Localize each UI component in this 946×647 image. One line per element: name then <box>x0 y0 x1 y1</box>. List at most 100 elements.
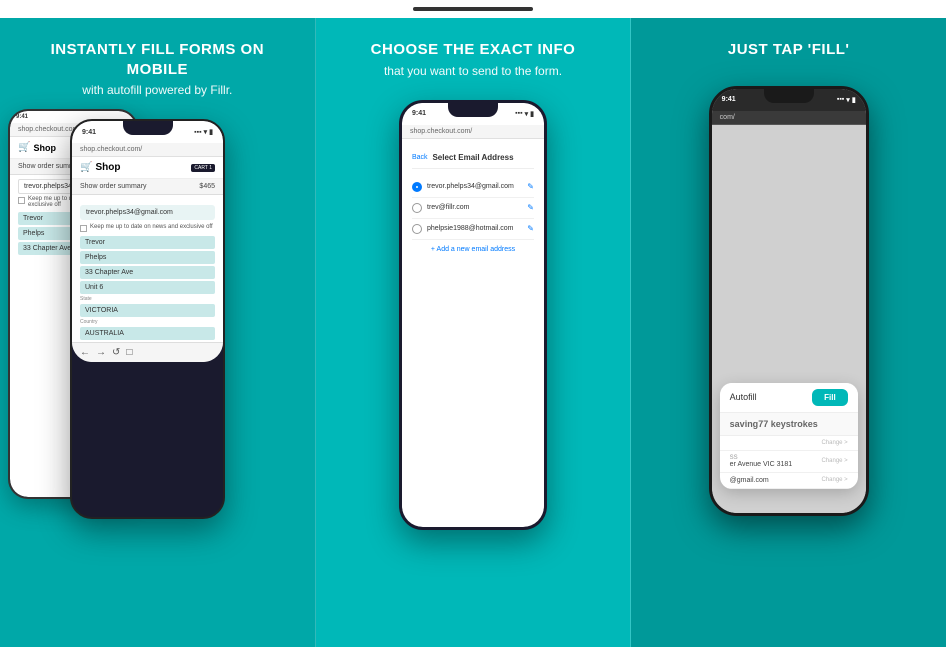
email-option-3[interactable]: phelpsie1988@hotmail.com ✎ <box>412 219 534 240</box>
p2-url-bar: shop.checkout.com/ <box>402 125 544 139</box>
email-back-button[interactable]: Back <box>412 154 428 161</box>
front-cart-icon: 🛒 <box>80 162 92 173</box>
panel-1: INSTANTLY FILL FORMS ON MOBILE with auto… <box>0 18 316 647</box>
front-order-label: Show order summary <box>80 183 147 190</box>
radio-1-selected <box>412 182 422 192</box>
panel-1-subtitle: with autofill powered by Fillr. <box>20 83 295 97</box>
top-indicator <box>413 7 533 11</box>
phone-3-wrapper: 9:41 ▪▪▪ ▾ ▮ com/ <box>709 86 869 516</box>
panel-3: JUST TAP 'FILL' 9:41 ▪▪▪ ▾ ▮ <box>631 18 946 647</box>
add-email-link[interactable]: + Add a new email address <box>412 240 534 259</box>
p2-wifi-icon: ▾ <box>525 110 529 118</box>
autofill-row-3-content: @gmail.com <box>730 477 769 484</box>
front-field-street: 33 Chapter Ave <box>80 266 215 279</box>
email-list-header: Back Select Email Address <box>412 147 534 169</box>
p3-signal-icon: ▪▪▪ <box>837 96 844 104</box>
autofill-row-3: @gmail.com Change > <box>720 473 858 489</box>
back-nav-icon[interactable]: ← <box>80 347 90 358</box>
edit-icon-2[interactable]: ✎ <box>527 203 534 212</box>
keystrokes-suffix: keystrokes <box>768 419 818 429</box>
phone-2-screen: 9:41 ▪▪▪ ▾ ▮ shop.checkout.com/ <box>402 103 544 527</box>
phone-2: 9:41 ▪▪▪ ▾ ▮ shop.checkout.com/ <box>399 100 547 530</box>
panels-container: INSTANTLY FILL FORMS ON MOBILE with auto… <box>0 18 946 647</box>
p3-status-time: 9:41 <box>722 96 736 103</box>
p3-bg-content: Autofill Fill saving77 keystrokes <box>712 125 866 513</box>
edit-icon-1[interactable]: ✎ <box>527 182 534 191</box>
back-status-time: 9:41 <box>16 114 28 120</box>
phone-3-screen: 9:41 ▪▪▪ ▾ ▮ com/ <box>712 89 866 513</box>
top-bar <box>0 0 946 18</box>
front-field-fname: Trevor <box>80 236 215 249</box>
front-shop-title: 🛒 Shop <box>80 162 120 173</box>
keystrokes-saving-text: saving <box>730 419 759 429</box>
front-status-icons: ▪▪▪ ▾ ▮ <box>194 128 213 136</box>
email-option-1-left: trevor.phelps34@gmail.com <box>412 182 514 192</box>
wifi-icon: ▾ <box>204 128 208 136</box>
front-url: shop.checkout.com/ <box>80 146 142 153</box>
front-shop-label: Shop <box>95 162 120 173</box>
panel-2-title: CHOOSE THE EXACT INFO <box>371 40 576 60</box>
front-browser-nav: ← → ↺ □ <box>72 342 223 362</box>
battery-icon: ▮ <box>209 128 213 136</box>
share-nav-icon[interactable]: □ <box>126 347 132 358</box>
cart-icon: 🛒 <box>18 142 30 153</box>
phone-3: 9:41 ▪▪▪ ▾ ▮ com/ <box>709 86 869 516</box>
change-link-1[interactable]: Change > <box>821 440 847 446</box>
panel-2-header: CHOOSE THE EXACT INFO that you want to s… <box>351 18 596 90</box>
back-shop-label: Shop <box>33 143 56 153</box>
edit-icon-3[interactable]: ✎ <box>527 224 534 233</box>
email-text-1: trevor.phelps34@gmail.com <box>427 183 514 190</box>
email-option-2-left: trev@fillr.com <box>412 203 470 213</box>
front-checkbox-row: Keep me up to date on news and exclusive… <box>80 224 215 232</box>
p3-status-icons: ▪▪▪ ▾ ▮ <box>837 96 856 104</box>
p2-signal-icon: ▪▪▪ <box>515 110 522 118</box>
front-country-label: Country <box>80 319 215 325</box>
panel-3-phone-container: 9:41 ▪▪▪ ▾ ▮ com/ <box>631 76 946 647</box>
change-link-2[interactable]: Change > <box>821 458 847 464</box>
radio-3-empty <box>412 224 422 234</box>
front-field-country: AUSTRALIA <box>80 327 215 340</box>
autofill-popup: Autofill Fill saving77 keystrokes <box>720 383 858 489</box>
front-state-label: State <box>80 296 215 302</box>
email-list-container: Back Select Email Address trevor.phelps3… <box>402 139 544 267</box>
front-url-bar: shop.checkout.com/ <box>72 143 223 157</box>
autofill-row-2-value: er Avenue VIC 3181 <box>730 461 793 468</box>
panel-2-subtitle: that you want to send to the form. <box>371 64 576 78</box>
front-checkbox-text: Keep me up to date on news and exclusive… <box>90 224 213 230</box>
autofill-row-2-content: SS er Avenue VIC 3181 <box>730 455 793 468</box>
refresh-nav-icon[interactable]: ↺ <box>112 347 120 358</box>
panel-1-title: INSTANTLY FILL FORMS ON MOBILE <box>20 40 295 79</box>
phone-front-screen: 9:41 ▪▪▪ ▾ ▮ shop.checkout.com/ <box>72 121 223 362</box>
panel-1-header: INSTANTLY FILL FORMS ON MOBILE with auto… <box>0 18 315 109</box>
phone-2-notch <box>448 103 498 117</box>
fill-button[interactable]: Fill <box>812 389 848 406</box>
keystrokes-count: 77 <box>758 419 768 429</box>
front-status-time: 9:41 <box>82 129 96 136</box>
email-option-3-left: phelpsie1988@hotmail.com <box>412 224 514 234</box>
front-field-state: VICTORIA <box>80 304 215 317</box>
back-checkbox <box>18 197 25 204</box>
panel-3-header: JUST TAP 'FILL' <box>708 18 870 76</box>
p3-battery-icon: ▮ <box>852 96 856 104</box>
phone-front: 9:41 ▪▪▪ ▾ ▮ shop.checkout.com/ <box>70 119 225 519</box>
email-list-title: Select Email Address <box>432 153 513 162</box>
panel-2: CHOOSE THE EXACT INFO that you want to s… <box>316 18 632 647</box>
forward-nav-icon[interactable]: → <box>96 347 106 358</box>
email-option-2[interactable]: trev@fillr.com ✎ <box>412 198 534 219</box>
front-checkbox <box>80 225 87 232</box>
email-option-1[interactable]: trevor.phelps34@gmail.com ✎ <box>412 177 534 198</box>
front-order-summary: Show order summary $465 <box>72 179 223 195</box>
p3-url: com/ <box>720 114 735 121</box>
phone-front-inner: 9:41 ▪▪▪ ▾ ▮ shop.checkout.com/ <box>72 121 223 362</box>
p2-battery-icon: ▮ <box>530 110 534 118</box>
autofill-row-3-value: @gmail.com <box>730 477 769 484</box>
autofill-toolbar: Autofill Fill <box>720 383 858 413</box>
front-state-country-row: State <box>80 296 215 302</box>
front-order-price: $465 <box>199 183 215 190</box>
front-notch <box>123 121 173 135</box>
change-link-3[interactable]: Change > <box>821 477 847 483</box>
p2-status-icons: ▪▪▪ ▾ ▮ <box>515 110 534 118</box>
email-text-3: phelpsie1988@hotmail.com <box>427 225 514 232</box>
front-email-field: trevor.phelps34@gmail.com <box>80 205 215 220</box>
front-field-unit: Unit 6 <box>80 281 215 294</box>
